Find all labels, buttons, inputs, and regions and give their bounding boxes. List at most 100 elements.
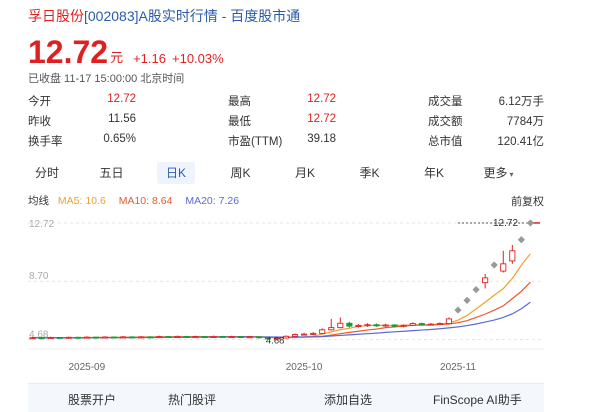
stat-label: 总市值 bbox=[428, 136, 463, 148]
y-tick-label: 8.70 bbox=[29, 271, 49, 282]
candle-body bbox=[192, 336, 199, 339]
tab-2[interactable]: 日K bbox=[157, 162, 195, 184]
chevron-down-icon: ▾ bbox=[509, 170, 514, 179]
candle-body bbox=[509, 250, 516, 262]
tab-4[interactable]: 月K bbox=[286, 162, 324, 184]
candle-body bbox=[436, 323, 443, 325]
footer-button-3[interactable]: FinScope AI助手 bbox=[433, 391, 522, 408]
candle-body bbox=[228, 336, 235, 339]
page-title[interactable]: 孚日股份[002083]A股实时行情 - 百度股市通 bbox=[28, 6, 300, 26]
limit-up-marker bbox=[463, 296, 471, 304]
stat-label: 市盈(TTM) bbox=[228, 136, 283, 148]
candle-body bbox=[409, 323, 416, 326]
ma-line-ma5 bbox=[32, 253, 531, 339]
candle-body bbox=[418, 323, 425, 325]
limit-up-marker bbox=[472, 286, 480, 294]
candle-body bbox=[500, 263, 507, 272]
candle-body bbox=[391, 324, 398, 327]
x-tick-label: 2025-10 bbox=[286, 362, 323, 373]
candle-body bbox=[400, 324, 407, 327]
low-price-label: 4.68 bbox=[266, 335, 285, 346]
price-adjust-selector[interactable]: 前复权 bbox=[511, 193, 544, 209]
candle-body bbox=[92, 336, 99, 339]
market-status: 已收盘 11-17 15:00:00 北京时间 bbox=[28, 73, 185, 85]
stats-grid: 今开 12.72 最高 12.72 成交量 6.12万手 昨收 11.56 最低 12.72 成交额… bbox=[28, 93, 544, 153]
tab-6[interactable]: 年K bbox=[415, 162, 453, 184]
candle-body bbox=[445, 318, 452, 324]
stat-value: 12.72 bbox=[307, 113, 336, 125]
candle-body bbox=[83, 336, 90, 339]
price-change: +1.16 +10.03% bbox=[133, 51, 224, 66]
candle-body bbox=[38, 337, 45, 340]
ma5-label: MA5: 10.6 bbox=[57, 195, 106, 207]
candle-body bbox=[210, 335, 217, 338]
ma-legend: 均线 MA5: 10.6 MA10: 8.64 MA20: 7.26 前复权 bbox=[28, 193, 544, 209]
candle-body bbox=[201, 336, 208, 339]
x-tick-label: 2025-09 bbox=[68, 362, 105, 373]
tab-label: 年K bbox=[423, 166, 444, 180]
limit-up-marker bbox=[490, 261, 498, 269]
candle-body bbox=[129, 336, 136, 339]
candle-body bbox=[355, 324, 362, 327]
limit-up-marker bbox=[526, 219, 535, 227]
candle-body bbox=[337, 322, 344, 329]
candle-body bbox=[174, 335, 181, 338]
tab-label: 五日 bbox=[99, 166, 124, 180]
candle-body bbox=[183, 335, 190, 338]
tab-5[interactable]: 季K bbox=[351, 162, 389, 184]
candle-body bbox=[427, 323, 434, 326]
kline-chart[interactable]: 12.728.704.6812.724.682025-09 2025-10 2025… bbox=[28, 210, 544, 375]
tab-label: 季K bbox=[359, 166, 380, 180]
footer-button-2[interactable]: 添加自选 bbox=[324, 391, 372, 408]
stat-value: 7784万 bbox=[506, 116, 544, 128]
stat-label: 成交量 bbox=[428, 96, 463, 108]
period-tabs: 分时 五日 日K 周K 月K 季K 年K 更多 ▾ bbox=[28, 158, 544, 186]
limit-up-marker bbox=[454, 306, 462, 314]
candle-body bbox=[292, 334, 299, 337]
stat-value: 12.72 bbox=[107, 93, 136, 105]
tab-label: 分时 bbox=[34, 166, 59, 180]
candle-body bbox=[165, 336, 172, 339]
candle-body bbox=[156, 336, 163, 339]
ma-title: 均线 bbox=[28, 195, 49, 207]
candle-body bbox=[56, 337, 63, 339]
tab-7[interactable]: 更多 ▾ bbox=[480, 162, 518, 184]
stat-value: 120.41亿 bbox=[497, 136, 544, 148]
limit-up-marker bbox=[517, 236, 525, 244]
price-unit: 元 bbox=[110, 50, 124, 65]
candle-body bbox=[328, 327, 335, 331]
change-value: +1.16 bbox=[133, 51, 166, 66]
x-tick-label: 2025-11 bbox=[440, 362, 476, 373]
stat-value: 6.12万手 bbox=[498, 96, 544, 108]
candle-body bbox=[482, 277, 489, 284]
candle-body bbox=[237, 336, 244, 339]
stats-row: 今开 12.72 最高 12.72 成交量 6.12万手 bbox=[28, 93, 544, 113]
stock-code[interactable]: [002083] bbox=[84, 8, 139, 24]
candle-body bbox=[219, 335, 226, 338]
ma20-label: MA20: 7.26 bbox=[185, 195, 240, 207]
tab-3[interactable]: 周K bbox=[222, 162, 260, 184]
candle-body bbox=[310, 332, 317, 335]
stats-row: 换手率 0.65% 市盈(TTM) 39.18 总市值 120.41亿 bbox=[28, 133, 544, 153]
stat-label: 最高 bbox=[228, 96, 251, 108]
title-suffix[interactable]: A股实时行情 - 百度股市通 bbox=[139, 8, 301, 24]
ma10-label: MA10: 8.64 bbox=[118, 195, 173, 207]
tab-0[interactable]: 分时 bbox=[28, 162, 66, 184]
candle-body bbox=[101, 336, 108, 339]
candle-body bbox=[373, 324, 380, 327]
candle-body bbox=[382, 324, 389, 327]
candle-body bbox=[246, 336, 253, 339]
candle-body bbox=[29, 337, 36, 340]
footer-bar: 股票开户 热门股评 添加自选 FinScope AI助手 bbox=[28, 383, 544, 412]
candle-body bbox=[301, 333, 308, 336]
stat-value: 12.72 bbox=[307, 93, 336, 105]
tab-label: 月K bbox=[294, 166, 315, 180]
stat-label: 今开 bbox=[28, 96, 51, 108]
high-price-label: 12.72 bbox=[493, 218, 518, 229]
stat-label: 昨收 bbox=[28, 116, 51, 128]
footer-button-0[interactable]: 股票开户 bbox=[68, 391, 116, 408]
stock-name[interactable]: 孚日股份 bbox=[28, 8, 84, 24]
footer-button-1[interactable]: 热门股评 bbox=[168, 391, 216, 408]
stat-label: 成交额 bbox=[428, 116, 463, 128]
tab-1[interactable]: 五日 bbox=[93, 162, 131, 184]
